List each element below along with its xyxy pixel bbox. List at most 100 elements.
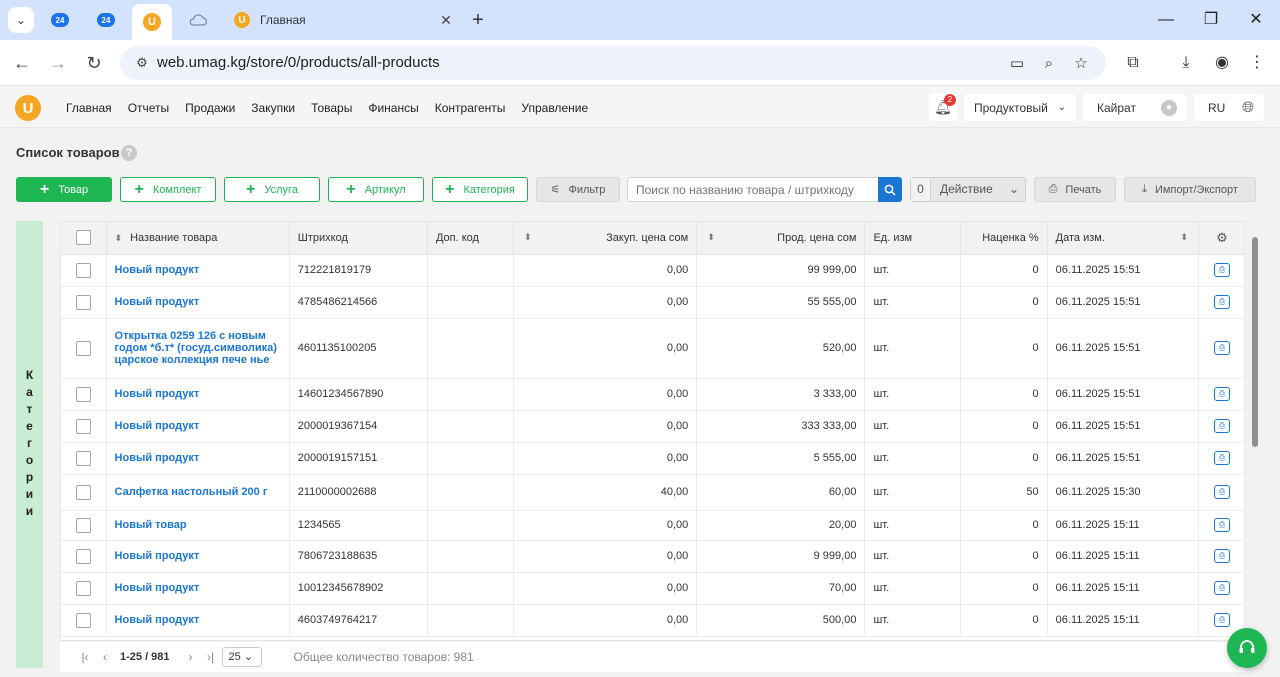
action-dropdown[interactable]: 0 Действие ⌄: [910, 177, 1026, 202]
zoom-icon[interactable]: ⌕: [1038, 53, 1060, 75]
categories-panel-toggle[interactable]: Категории: [16, 221, 43, 668]
row-checkbox[interactable]: [75, 262, 91, 278]
user-menu[interactable]: Кайрат ●: [1083, 94, 1187, 121]
print-label-icon[interactable]: ⎙: [1213, 341, 1230, 355]
column-header-markup[interactable]: Наценка %: [960, 222, 1048, 255]
row-checkbox[interactable]: [75, 517, 91, 533]
menu-item-reports[interactable]: Отчеты: [128, 101, 169, 115]
column-settings[interactable]: ⚙: [1198, 222, 1244, 255]
table-row[interactable]: Новый продукт 4785486214566 0,00 55 555,00 ш…: [61, 286, 1244, 319]
table-row[interactable]: Новый продукт 14601234567890 0,00 3 333,00 ш…: [61, 378, 1244, 411]
product-name-link[interactable]: Новый продукт: [106, 254, 290, 287]
minimize-button[interactable]: —: [1151, 8, 1181, 32]
product-name-link[interactable]: Новый продукт: [106, 604, 290, 637]
table-row[interactable]: Салфетка настольный 200 г 2110000002688 40…: [61, 474, 1244, 511]
column-header-unit[interactable]: Ед. изм: [864, 222, 961, 255]
sort-icon[interactable]: ⬍: [707, 232, 715, 243]
address-bar[interactable]: ⚙ web.umag.kg/store/0/products/all-produ…: [120, 46, 1106, 80]
page-size-select[interactable]: 25 ⌄: [221, 647, 262, 667]
column-header-barcode[interactable]: Штрихкод: [289, 222, 428, 255]
menu-item-purchases[interactable]: Закупки: [251, 101, 295, 115]
product-name-link[interactable]: Новый продукт: [106, 540, 290, 573]
filter-button[interactable]: ⚟ Фильтр: [536, 177, 620, 202]
cast-icon[interactable]: ▭: [1006, 53, 1028, 75]
search-button[interactable]: [878, 177, 902, 202]
add-article-button[interactable]: + Артикул: [328, 177, 424, 202]
add-service-button[interactable]: + Услуга: [224, 177, 320, 202]
browser-tab-main[interactable]: U Главная ✕: [222, 4, 458, 36]
next-page-icon[interactable]: ›: [184, 650, 198, 664]
url-text[interactable]: web.umag.kg/store/0/products/all-product…: [157, 54, 440, 71]
print-label-icon[interactable]: ⎙: [1213, 613, 1230, 627]
row-checkbox[interactable]: [75, 418, 91, 434]
print-label-icon[interactable]: ⎙: [1213, 451, 1230, 465]
row-checkbox[interactable]: [75, 340, 91, 356]
row-checkbox[interactable]: [75, 612, 91, 628]
help-icon[interactable]: ?: [121, 145, 137, 161]
close-window-button[interactable]: ✕: [1241, 8, 1271, 32]
product-name-link[interactable]: Новый продукт: [106, 286, 290, 319]
table-row[interactable]: Новый продукт 2000019157151 0,00 5 555,00 шт…: [61, 442, 1244, 475]
row-checkbox[interactable]: [75, 580, 91, 596]
reload-button[interactable]: ↻: [81, 50, 107, 76]
menu-item-sales[interactable]: Продажи: [185, 101, 235, 115]
bookmark-star-icon[interactable]: ☆: [1070, 53, 1092, 75]
table-row[interactable]: Открытка 0259 126 с новым годом *б.т* (г…: [61, 318, 1244, 379]
sort-icon[interactable]: ⬍: [1180, 232, 1188, 243]
column-header-name[interactable]: ⬍ Название товара: [106, 222, 290, 255]
sort-icon[interactable]: ⬍: [115, 233, 123, 243]
menu-item-finance[interactable]: Финансы: [368, 101, 418, 115]
support-chat-button[interactable]: [1227, 628, 1267, 668]
site-settings-icon[interactable]: ⚙: [134, 55, 150, 71]
import-export-button[interactable]: ⤓ Импорт/Экспорт: [1124, 177, 1256, 202]
print-button[interactable]: ⎙ Печать: [1034, 177, 1116, 202]
browser-menu-icon[interactable]: ⋮: [1245, 51, 1269, 75]
notifications-button[interactable]: 🔔︎ 2: [929, 93, 957, 121]
row-checkbox[interactable]: [75, 294, 91, 310]
extensions-icon[interactable]: ⧉: [1121, 51, 1145, 75]
umag-logo[interactable]: U: [15, 95, 41, 121]
tab-search-icon[interactable]: ⌄: [8, 7, 34, 33]
table-row[interactable]: Новый товар 1234565 0,00 20,00 шт. 0 06.11.202…: [61, 510, 1244, 541]
add-kit-button[interactable]: + Комплект: [120, 177, 216, 202]
select-all-checkbox[interactable]: [75, 230, 91, 246]
menu-item-management[interactable]: Управление: [521, 101, 588, 115]
print-label-icon[interactable]: ⎙: [1213, 485, 1230, 499]
table-row[interactable]: Новый продукт 712221819179 0,00 99 999,00 шт…: [61, 254, 1244, 287]
column-header-date[interactable]: Дата изм. ⬍: [1047, 222, 1199, 255]
pinned-tab-2[interactable]: 24: [86, 6, 126, 34]
print-label-icon[interactable]: ⎙: [1213, 387, 1230, 401]
product-name-link[interactable]: Новый продукт: [106, 378, 290, 411]
print-label-icon[interactable]: ⎙: [1213, 419, 1230, 433]
table-row[interactable]: Новый продукт 2000019367154 0,00 333 333,00…: [61, 410, 1244, 443]
product-name-link[interactable]: Новый продукт: [106, 572, 290, 605]
product-name-link[interactable]: Новый продукт: [106, 410, 290, 443]
menu-item-home[interactable]: Главная: [66, 101, 112, 115]
column-header-purchase-price[interactable]: ⬍ Закуп. цена сом: [513, 222, 698, 255]
close-tab-icon[interactable]: ✕: [434, 12, 458, 29]
prev-page-icon[interactable]: ‹: [98, 650, 112, 664]
print-label-icon[interactable]: ⎙: [1213, 295, 1230, 309]
row-checkbox[interactable]: [75, 450, 91, 466]
add-product-button[interactable]: + Товар: [16, 177, 112, 202]
add-category-button[interactable]: + Категория: [432, 177, 528, 202]
pinned-tab-3[interactable]: U: [132, 4, 172, 40]
row-checkbox[interactable]: [75, 484, 91, 500]
store-type-select[interactable]: Продуктовый ⌄: [964, 94, 1076, 121]
first-page-icon[interactable]: |‹: [78, 650, 92, 664]
language-select[interactable]: RU 🌐︎: [1194, 94, 1264, 121]
new-tab-button[interactable]: +: [466, 8, 490, 32]
downloads-icon[interactable]: ⤓: [1174, 51, 1198, 75]
product-name-link[interactable]: Новый продукт: [106, 442, 290, 475]
search-input[interactable]: [627, 177, 879, 202]
row-checkbox[interactable]: [75, 548, 91, 564]
product-name-link[interactable]: Салфетка настольный 200 г: [106, 474, 290, 511]
row-checkbox[interactable]: [75, 386, 91, 402]
back-button[interactable]: ←: [9, 50, 35, 76]
column-header-extra-code[interactable]: Доп. код: [427, 222, 515, 255]
pinned-tab-1[interactable]: 24: [40, 6, 80, 34]
sort-icon[interactable]: ⬍: [524, 232, 532, 243]
table-row[interactable]: Новый продукт 7806723188635 0,00 9 999,00 шт…: [61, 540, 1244, 573]
menu-item-counterparties[interactable]: Контрагенты: [435, 101, 506, 115]
menu-item-products[interactable]: Товары: [311, 101, 352, 115]
